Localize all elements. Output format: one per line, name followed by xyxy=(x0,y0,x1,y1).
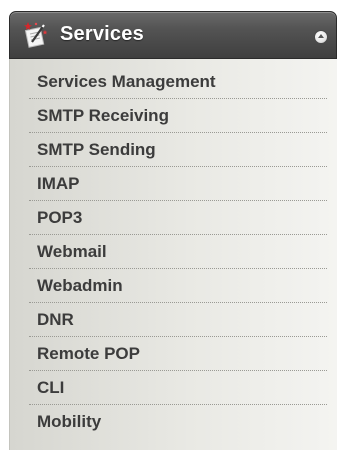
menu-item-label: DNR xyxy=(37,310,74,329)
menu-item-webmail[interactable]: Webmail xyxy=(29,235,327,269)
panel-header[interactable]: Services xyxy=(9,11,337,59)
menu-item-label: Webadmin xyxy=(37,276,123,295)
menu-item-smtp-receiving[interactable]: SMTP Receiving xyxy=(29,99,327,133)
menu-item-label: CLI xyxy=(37,378,65,397)
menu-item-label: Mobility xyxy=(37,412,102,431)
menu-item-remote-pop[interactable]: Remote POP xyxy=(29,337,327,371)
menu-item-label: Remote POP xyxy=(37,344,140,363)
menu-item-label: Services Management xyxy=(37,72,216,91)
menu-item-webadmin[interactable]: Webadmin xyxy=(29,269,327,303)
menu-item-label: POP3 xyxy=(37,208,83,227)
services-wand-icon xyxy=(22,20,50,48)
menu-item-label: Webmail xyxy=(37,242,107,261)
services-panel: Services Services Management SMTP Receiv… xyxy=(9,0,337,450)
menu-item-cli[interactable]: CLI xyxy=(29,371,327,405)
collapse-up-icon[interactable] xyxy=(314,30,328,44)
menu-item-label: IMAP xyxy=(37,174,80,193)
panel-body: Services Management SMTP Receiving SMTP … xyxy=(9,59,337,450)
menu-item-imap[interactable]: IMAP xyxy=(29,167,327,201)
panel-title: Services xyxy=(60,23,144,45)
menu-item-mobility[interactable]: Mobility xyxy=(29,405,327,439)
menu-item-label: SMTP Receiving xyxy=(37,106,169,125)
menu-item-services-management[interactable]: Services Management xyxy=(29,65,327,99)
menu-item-dnr[interactable]: DNR xyxy=(29,303,327,337)
menu-item-label: SMTP Sending xyxy=(37,140,156,159)
services-menu: Services Management SMTP Receiving SMTP … xyxy=(10,59,337,439)
menu-item-pop3[interactable]: POP3 xyxy=(29,201,327,235)
menu-item-smtp-sending[interactable]: SMTP Sending xyxy=(29,133,327,167)
